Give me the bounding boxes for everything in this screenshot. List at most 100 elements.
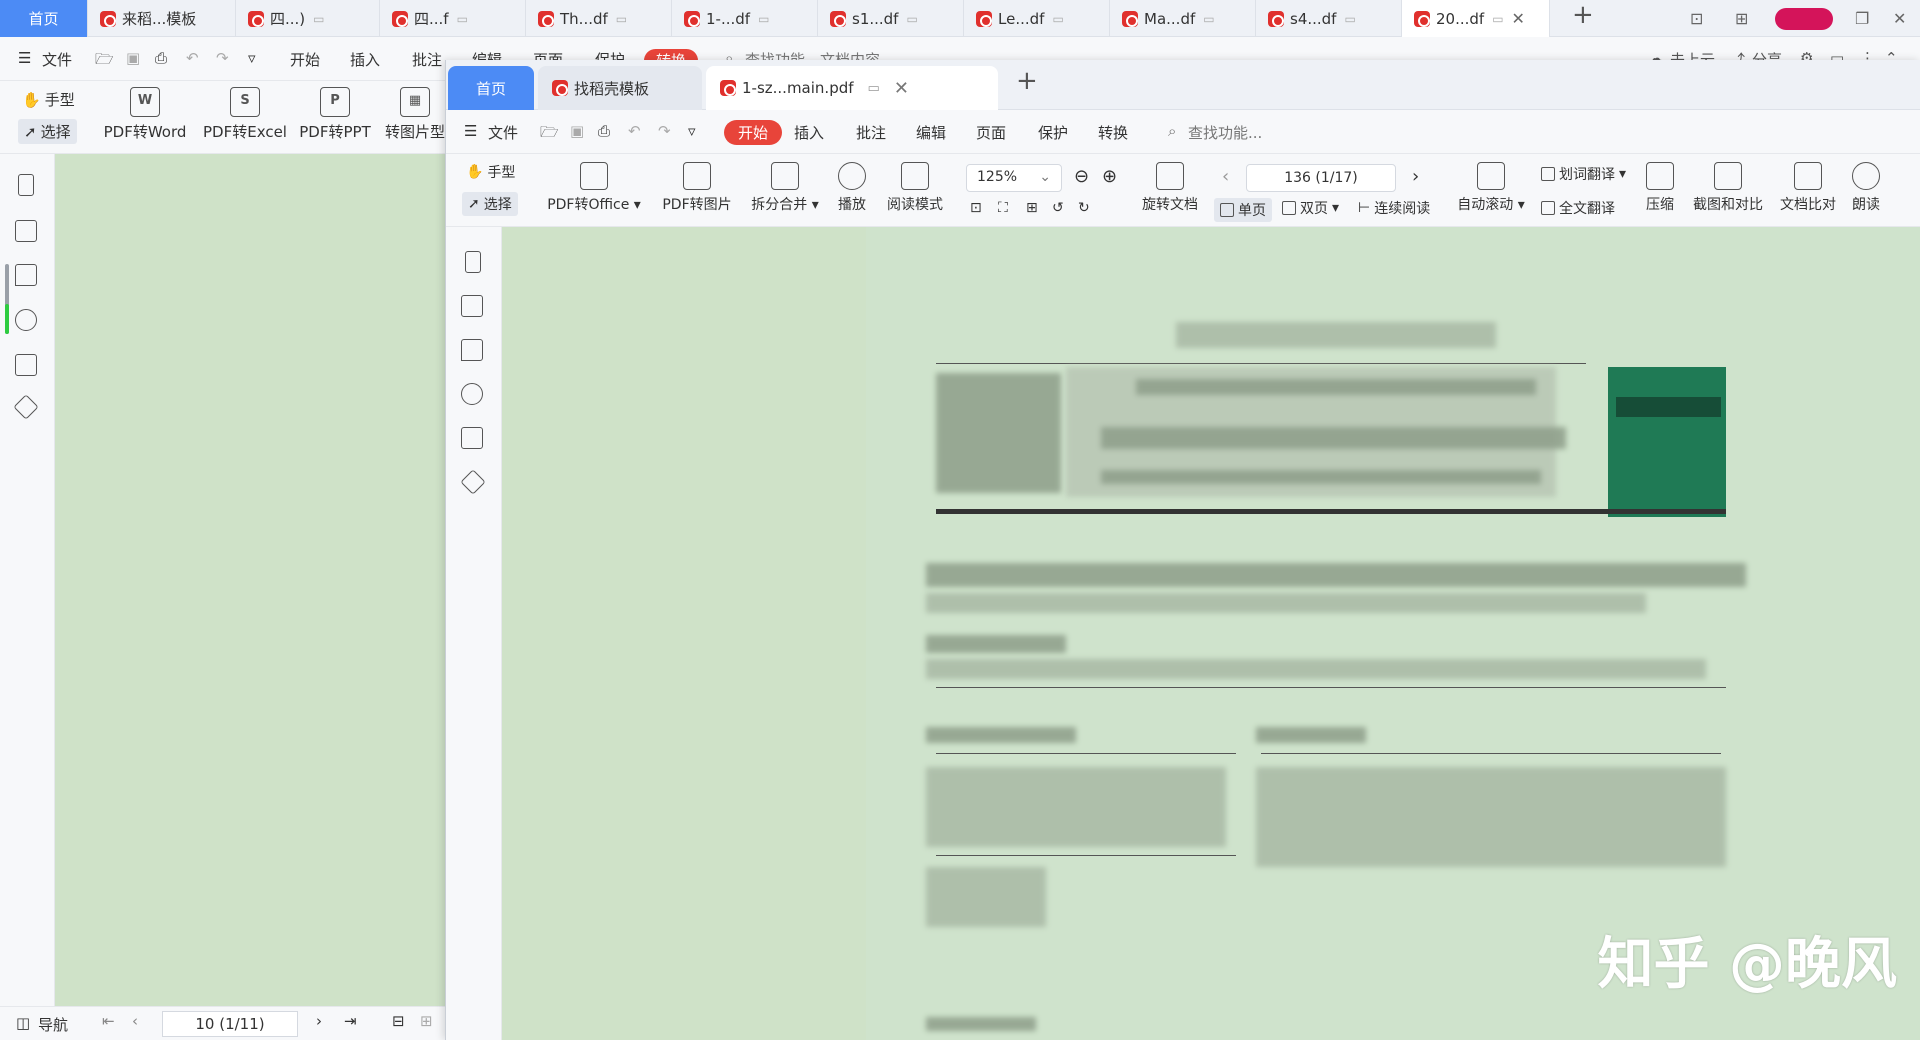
- window-mode-icon[interactable]: ⊡: [1690, 9, 1703, 28]
- fg-tab-template[interactable]: 找稻壳模板: [538, 66, 702, 110]
- menu-annotate[interactable]: 批注: [856, 122, 886, 143]
- undo-icon[interactable]: ↶: [628, 122, 641, 140]
- fit-page-icon[interactable]: ⊞: [420, 1012, 433, 1030]
- signature-icon[interactable]: [15, 354, 37, 376]
- open-folder-icon[interactable]: 🗁: [95, 49, 114, 74]
- pin-icon[interactable]: ▭: [906, 12, 917, 26]
- menu-edit[interactable]: 编辑: [916, 122, 946, 143]
- select-tool[interactable]: ➚ 选择: [462, 192, 518, 216]
- play-button[interactable]: 播放: [832, 154, 872, 214]
- pin-icon[interactable]: ▭: [1203, 12, 1214, 26]
- restore-window-icon[interactable]: ❐: [1855, 9, 1869, 28]
- zoom-out-icon[interactable]: ⊖: [1074, 166, 1089, 187]
- read-aloud-button[interactable]: 朗读: [1848, 154, 1884, 214]
- comment-icon[interactable]: [461, 339, 483, 361]
- search-icon[interactable]: ⌕: [1168, 122, 1176, 140]
- bg-tab-doc[interactable]: Ma...df ▭: [1110, 0, 1256, 37]
- pin-icon[interactable]: ▭: [1344, 12, 1355, 26]
- to-image-pdf-button[interactable]: 转图片型: [385, 87, 445, 142]
- bg-tab-doc[interactable]: s1...df ▭: [818, 0, 964, 37]
- hand-tool[interactable]: ✋ 手型: [22, 89, 75, 110]
- menu-start[interactable]: 开始: [290, 49, 320, 70]
- single-page-button[interactable]: 单页: [1214, 198, 1272, 222]
- menu-protect[interactable]: 保护: [1038, 122, 1068, 143]
- attachment-icon[interactable]: [15, 309, 37, 331]
- pdf-to-image-button[interactable]: PDF转图片: [656, 154, 738, 214]
- next-page-icon[interactable]: ›: [316, 1012, 322, 1030]
- hand-tool[interactable]: ✋ 手型: [466, 162, 515, 182]
- word-translate-button[interactable]: 划词翻译 ▾: [1541, 164, 1626, 184]
- nav-panel-icon[interactable]: ◫: [16, 1014, 30, 1032]
- actual-size-icon[interactable]: ⊡: [970, 200, 982, 216]
- first-page-icon[interactable]: ⇤: [102, 1012, 115, 1030]
- layers-icon[interactable]: [460, 469, 486, 495]
- nav-label[interactable]: 导航: [38, 1014, 68, 1035]
- pin-icon[interactable]: ▭: [457, 12, 468, 26]
- rotate-left-icon[interactable]: ↺: [1052, 200, 1064, 216]
- prev-page-icon[interactable]: ‹: [1222, 166, 1229, 187]
- menu-file[interactable]: 文件: [488, 122, 518, 143]
- full-translate-button[interactable]: 全文翻译: [1541, 198, 1615, 218]
- zoom-in-icon[interactable]: ⊕: [1102, 166, 1117, 187]
- pdf-to-word-button[interactable]: PDF转Word: [102, 87, 188, 142]
- new-tab-plus-icon[interactable]: +: [1016, 66, 1038, 96]
- page-number-input[interactable]: 136 (1/17): [1246, 164, 1396, 192]
- bg-tab-doc[interactable]: 四...f ▭: [380, 0, 526, 37]
- redo-icon[interactable]: ↷: [658, 122, 671, 140]
- bookmark-icon[interactable]: [465, 251, 481, 273]
- fg-tab-home[interactable]: 首页: [448, 66, 534, 110]
- undo-icon[interactable]: ↶: [186, 49, 199, 67]
- bg-tab-doc[interactable]: Le...df ▭: [964, 0, 1110, 37]
- zoom-select[interactable]: 125% ⌄: [966, 164, 1062, 192]
- signature-icon[interactable]: [461, 427, 483, 449]
- save-icon[interactable]: ▣: [570, 122, 584, 140]
- redo-icon[interactable]: ↷: [216, 49, 229, 67]
- doc-compare-button[interactable]: 文档比对: [1776, 154, 1840, 214]
- thumbnail-icon[interactable]: [15, 220, 37, 242]
- pin-icon[interactable]: ▭: [868, 81, 880, 96]
- chevron-down-icon[interactable]: ▿: [688, 122, 696, 140]
- bg-tab-doc[interactable]: s4...df ▭: [1256, 0, 1402, 37]
- bg-tab-home[interactable]: 首页: [0, 0, 88, 37]
- pdf-to-office-button[interactable]: PDF转Office ▾: [544, 154, 644, 214]
- open-folder-icon[interactable]: 🗁: [540, 122, 559, 147]
- bg-tab-doc[interactable]: Th...df ▭: [526, 0, 672, 37]
- pdf-to-ppt-button[interactable]: PDF转PPT: [298, 87, 372, 142]
- fit-page-icon[interactable]: ⛶: [998, 200, 1008, 216]
- search-input[interactable]: 查找功能...: [1188, 122, 1262, 143]
- menu-start[interactable]: 开始: [724, 120, 783, 145]
- bg-tab-doc[interactable]: 1-...df ▭: [672, 0, 818, 37]
- pin-icon[interactable]: ▭: [758, 12, 769, 26]
- bg-tab-active[interactable]: 20...df ▭ ✕: [1402, 0, 1550, 37]
- attachment-icon[interactable]: [461, 383, 483, 405]
- save-icon[interactable]: ▣: [126, 49, 140, 67]
- page-number-input[interactable]: 10 (1/11): [162, 1011, 298, 1037]
- rotate-right-icon[interactable]: ↻: [1078, 200, 1090, 216]
- fit-width-icon[interactable]: ⊞: [1026, 200, 1038, 216]
- new-tab-plus-icon[interactable]: +: [1572, 0, 1594, 30]
- select-tool[interactable]: ➚ 选择: [18, 119, 77, 144]
- pdf-to-excel-button[interactable]: PDF转Excel: [200, 87, 290, 142]
- read-mode-button[interactable]: 阅读模式: [880, 154, 950, 214]
- menu-page[interactable]: 页面: [976, 122, 1006, 143]
- prev-page-icon[interactable]: ‹: [132, 1012, 138, 1030]
- bg-tab-doc[interactable]: 四...) ▭: [236, 0, 380, 37]
- menu-convert[interactable]: 转换: [1098, 122, 1128, 143]
- layers-icon[interactable]: [13, 394, 39, 420]
- menu-file[interactable]: 文件: [42, 49, 72, 70]
- pin-icon[interactable]: ▭: [1052, 12, 1063, 26]
- compress-button[interactable]: 压缩: [1642, 154, 1678, 214]
- menu-insert[interactable]: 插入: [794, 122, 824, 143]
- avatar[interactable]: [1775, 8, 1833, 30]
- rotate-doc-button[interactable]: 旋转文档: [1138, 154, 1202, 214]
- thumbnail-icon[interactable]: [461, 295, 483, 317]
- grid-apps-icon[interactable]: ⊞: [1735, 9, 1748, 28]
- continuous-read-button[interactable]: ⊢ 连续阅读: [1358, 198, 1430, 218]
- menu-annotate[interactable]: 批注: [412, 49, 442, 70]
- bookmark-icon[interactable]: [18, 174, 34, 196]
- close-window-icon[interactable]: ✕: [1893, 9, 1906, 28]
- split-merge-button[interactable]: 拆分合并 ▾: [746, 154, 824, 214]
- screenshot-compare-button[interactable]: 截图和对比: [1690, 154, 1766, 214]
- fg-tab-active[interactable]: 1-sz...main.pdf ▭ ✕: [706, 66, 998, 110]
- menu-icon[interactable]: ☰: [464, 122, 477, 140]
